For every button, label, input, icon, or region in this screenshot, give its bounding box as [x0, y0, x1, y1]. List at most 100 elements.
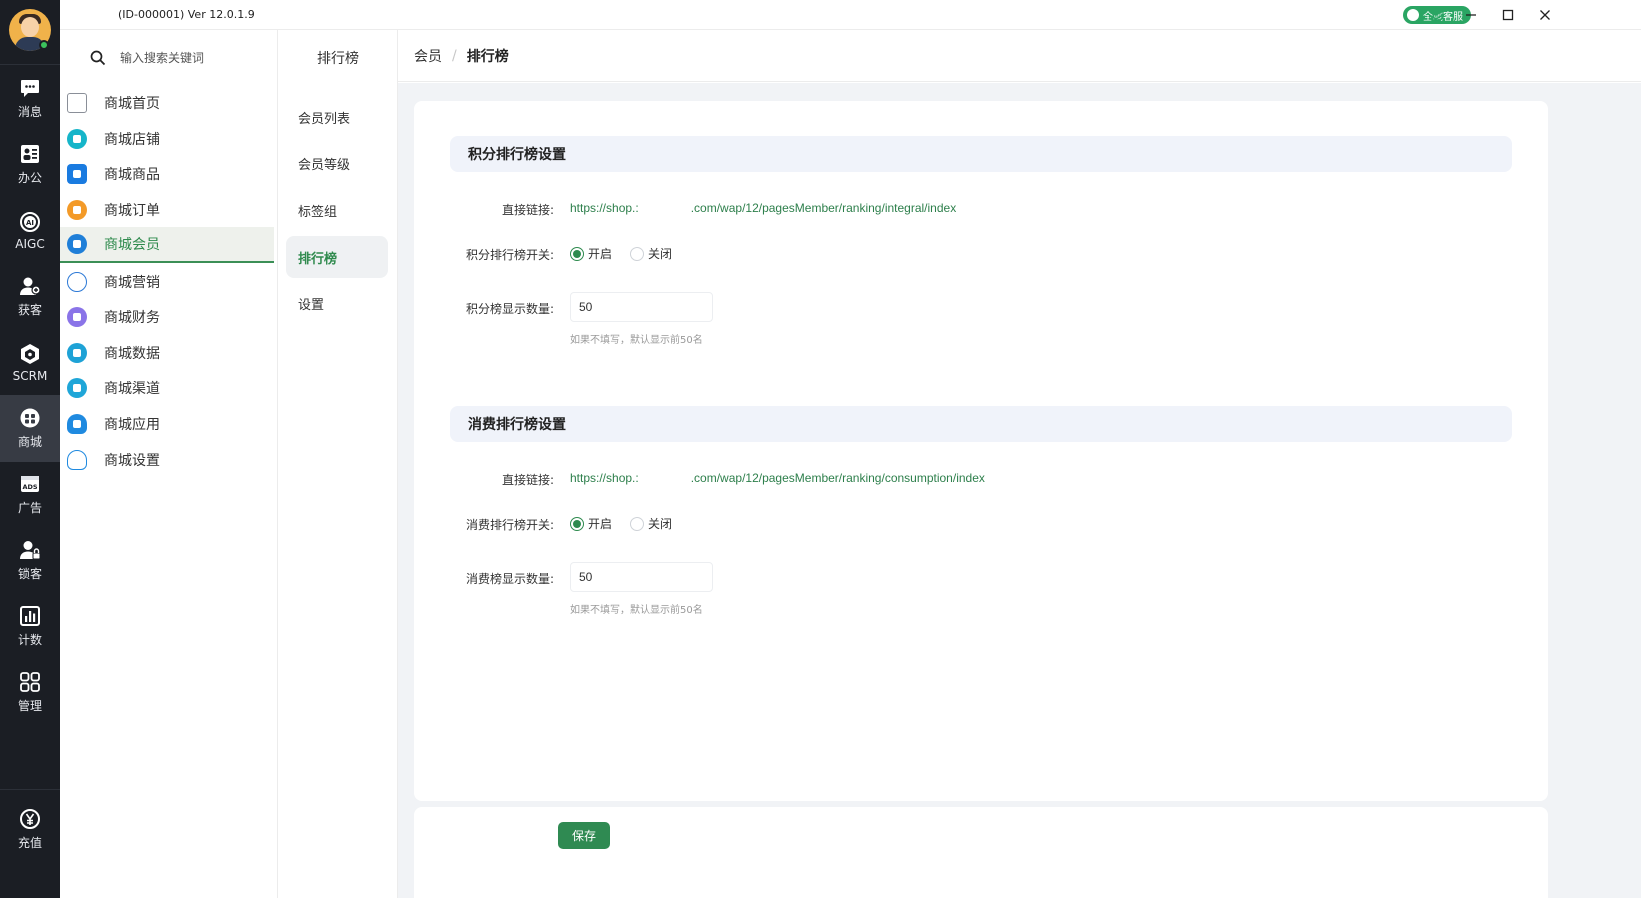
sidebar-item-orders[interactable]: 商城订单 — [60, 192, 274, 228]
cloud-app-icon — [67, 414, 87, 434]
rail-item-recharge[interactable]: 充值 — [0, 796, 60, 863]
grid-icon — [20, 672, 40, 692]
finance-icon — [67, 307, 87, 327]
search-box — [80, 44, 255, 72]
rail-item-aigc[interactable]: AI AIGC — [0, 197, 60, 264]
sidebar-item-settings[interactable]: 商城设置 — [60, 442, 274, 478]
rail-item-manage[interactable]: 管理 — [0, 659, 60, 726]
search-icon — [90, 50, 106, 66]
save-button[interactable]: 保存 — [558, 822, 610, 849]
cloud-settings-icon — [67, 450, 87, 470]
radio-dot — [630, 516, 644, 531]
rail-label: 计数 — [17, 633, 42, 647]
sidebar-item-data[interactable]: 商城数据 — [60, 335, 274, 371]
svg-text:ADS: ADS — [22, 483, 37, 491]
radio-label: 开启 — [588, 247, 613, 261]
subnav-title: 排行榜 — [317, 51, 359, 67]
rail-label: 管理 — [17, 699, 42, 713]
sidebar-item-label: 商城应用 — [104, 417, 160, 433]
layers-icon — [1428, 8, 1444, 23]
subnav-item-member-level[interactable]: 会员等级 — [286, 142, 388, 184]
store-icon — [20, 408, 40, 428]
window-title: (ID-000001) Ver 12.0.1.9 — [118, 8, 255, 21]
bag-icon — [67, 164, 87, 184]
breadcrumb-parent[interactable]: 会员 — [414, 46, 442, 66]
consumption-switch-off-radio[interactable]: 关闭 — [630, 515, 672, 532]
consumption-switch-on-radio[interactable]: 开启 — [570, 515, 612, 532]
sidebar-item-members[interactable]: 商城会员 — [60, 227, 274, 263]
maximize-button[interactable] — [1497, 4, 1519, 26]
rail-item-store[interactable]: 商城 — [0, 395, 60, 462]
consumption-link-label: 直接链接: — [501, 473, 554, 487]
subnav-item-ranking[interactable]: 排行榜 — [286, 236, 388, 278]
sidebar-item-home[interactable]: 商城首页 — [60, 85, 274, 121]
search-input[interactable] — [120, 51, 240, 65]
sidebar-item-finance[interactable]: 商城财务 — [60, 299, 274, 335]
sidebar-item-products[interactable]: 商城商品 — [60, 156, 274, 192]
rail-label: SCRM — [12, 368, 48, 383]
title-bar: (ID-000001) Ver 12.0.1.9 全域客服 — [60, 0, 1641, 30]
subnav-item-settings[interactable]: 设置 — [286, 282, 388, 324]
breadcrumb-current: 排行榜 — [466, 48, 509, 65]
integral-direct-link[interactable]: https://shop.: .com/wap/12/pagesMember/ra… — [570, 201, 956, 215]
rail-label: 办公 — [17, 171, 42, 185]
consumption-direct-link[interactable]: https://shop.: .com/wap/12/pagesMember/ra… — [570, 471, 985, 485]
online-status-dot — [39, 40, 49, 50]
subnav-item-member-list[interactable]: 会员列表 — [286, 96, 388, 138]
rail-item-acquire[interactable]: 获客 — [0, 263, 60, 330]
layers-button[interactable] — [1425, 4, 1447, 26]
rail-label: 消息 — [17, 105, 42, 119]
headset-icon — [1407, 9, 1419, 21]
sidebar-item-label: 商城首页 — [104, 96, 160, 112]
integral-section-title: 积分排行榜设置 — [450, 136, 1512, 172]
sidebar-item-apps[interactable]: 商城应用 — [60, 406, 274, 442]
sidebar-item-label: 商城店铺 — [104, 132, 160, 148]
minimize-button[interactable] — [1460, 4, 1482, 26]
radio-dot — [570, 246, 584, 261]
member-subnav: 排行榜 会员列表 会员等级 标签组 排行榜 设置 — [278, 30, 398, 898]
consumption-count-hint: 如果不填写，默认显示前50名 — [570, 605, 703, 616]
rail-item-ads[interactable]: ADS 广告 — [0, 461, 60, 528]
ranking-settings-card: 积分排行榜设置 直接链接: https://shop.: .com/wap/12/… — [414, 101, 1548, 801]
sidebar-item-label: 商城营销 — [104, 275, 160, 291]
sidebar-item-label: 商城数据 — [104, 346, 160, 362]
radio-label: 关闭 — [648, 517, 673, 531]
subnav-item-tag-group[interactable]: 标签组 — [286, 189, 388, 231]
rail-item-messages[interactable]: 消息 — [0, 65, 60, 132]
consumption-switch-label: 消费排行榜开关: — [465, 518, 554, 532]
rail-item-scrm[interactable]: SCRM — [0, 329, 60, 396]
close-button[interactable] — [1534, 4, 1556, 26]
order-icon — [67, 200, 87, 220]
main-content: 积分排行榜设置 直接链接: https://shop.: .com/wap/12/… — [398, 83, 1641, 898]
chat-icon — [21, 80, 39, 97]
sidebar-item-shop[interactable]: 商城店铺 — [60, 121, 274, 157]
radio-label: 关闭 — [648, 247, 673, 261]
sidebar-item-channel[interactable]: 商城渠道 — [60, 370, 274, 406]
rail-item-count[interactable]: 计数 — [0, 593, 60, 660]
integral-switch-label: 积分排行榜开关: — [465, 248, 554, 262]
consumption-section-title: 消费排行榜设置 — [450, 406, 1512, 442]
rail-item-lock-customer[interactable]: 锁客 — [0, 527, 60, 594]
scrm-icon — [21, 343, 39, 364]
user-lock-icon — [20, 541, 41, 560]
home-icon — [67, 93, 87, 113]
sidebar-item-marketing[interactable]: 商城营销 — [60, 264, 274, 300]
consumption-count-input[interactable] — [570, 562, 713, 592]
data-icon — [67, 343, 87, 363]
shop-icon — [67, 129, 87, 149]
rail-label: 商城 — [17, 435, 42, 449]
radio-label: 开启 — [588, 517, 613, 531]
integral-switch-on-radio[interactable]: 开启 — [570, 245, 612, 262]
integral-switch-off-radio[interactable]: 关闭 — [630, 245, 672, 262]
consumption-link-suffix: .com/wap/12/pagesMember/ranking/consumpt… — [690, 471, 985, 485]
rail-item-office[interactable]: 办公 — [0, 131, 60, 198]
integral-link-prefix: https://shop.: — [570, 201, 639, 215]
minimize-icon — [1466, 14, 1476, 16]
sidebar-item-label: 商城设置 — [104, 453, 160, 469]
store-sidebar: 商城首页 商城店铺 商城商品 商城订单 商城会员 商城营销 商城财务 商城数据 — [60, 30, 278, 898]
integral-count-input[interactable] — [570, 292, 713, 322]
breadcrumb: 会员 / 排行榜 — [398, 30, 1641, 82]
office-icon — [21, 145, 39, 163]
app-window: 消息 办公 AI AIGC 获客 SCRM 商城 ADS 广告 锁客 计数 管理… — [0, 0, 1641, 898]
rail-label: 广告 — [17, 501, 42, 515]
